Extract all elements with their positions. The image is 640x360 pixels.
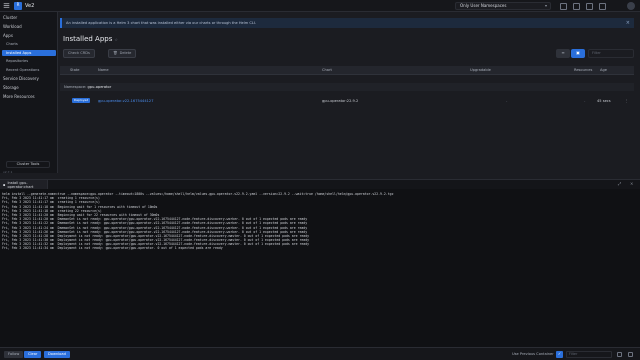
namespace-name: gpu-operator — [87, 85, 112, 89]
top-icon-group — [560, 0, 606, 12]
cluster-tools-label: Cluster Tools — [16, 162, 40, 167]
sidebar-item-repositories[interactable]: Repositories — [6, 59, 28, 63]
page-title-text: Installed Apps — [63, 35, 113, 43]
status-badge: Deployed — [72, 97, 91, 103]
column-age[interactable]: Age — [600, 68, 607, 72]
download-icon[interactable] — [586, 2, 593, 10]
terminal-tab-icon: ▪ — [3, 182, 6, 187]
search-icon[interactable] — [599, 2, 606, 10]
info-banner-text: An installed application is a Helm 3 cha… — [66, 20, 257, 25]
list-view-toggle[interactable]: ≡ — [556, 49, 570, 58]
use-previous-container-label: Use Previous Container — [512, 352, 554, 356]
sidebar-item-storage[interactable]: Storage — [3, 85, 19, 91]
sidebar: Cluster Workload Apps Charts Installed A… — [0, 12, 58, 173]
sidebar-item-cluster[interactable]: Cluster — [3, 15, 17, 21]
namespace-select[interactable]: Only User Namespaces ▾ — [455, 2, 551, 10]
upload-icon[interactable] — [560, 2, 567, 10]
close-terminal-icon[interactable]: × — [630, 181, 633, 187]
top-bar: R Ve2 Only User Namespaces ▾ — [0, 0, 640, 12]
namespace-select-value: Only User Namespaces — [460, 2, 507, 8]
clear-button[interactable]: Clear — [24, 351, 42, 358]
column-state[interactable]: State — [70, 68, 80, 72]
cluster-logo: R — [14, 1, 22, 10]
filter-input[interactable]: Filter — [588, 49, 634, 58]
log-filter-placeholder: Filter — [569, 352, 578, 357]
namespace-prefix: Namespace: — [64, 85, 87, 89]
delete-label: Delete — [119, 51, 132, 56]
app-name-link[interactable]: gpu-operator-v22-1675444127 — [98, 99, 154, 103]
bottom-bar: Follow Clear Download Use Previous Conta… — [0, 347, 640, 360]
row-menu-icon[interactable]: ⋮ — [625, 99, 629, 103]
sidebar-item-service-discovery[interactable]: Service Discovery — [3, 76, 39, 82]
terminal-line: Fri, Feb 3 2023 11:41:34 am Deployment i… — [2, 246, 223, 251]
table-row[interactable]: Deployed gpu-operator-v22-1675444127 gpu… — [60, 96, 634, 105]
cluster-tools-button[interactable]: Cluster Tools — [6, 161, 50, 168]
sidebar-item-charts[interactable]: Charts — [6, 42, 18, 46]
folder-icon: ▣ — [576, 50, 580, 56]
filter-placeholder: Filter — [592, 51, 601, 56]
app-chart: gpu-operator:22.9.2 — [322, 98, 359, 103]
app-upgradable: - — [506, 98, 508, 103]
sidebar-item-installed-apps[interactable]: Installed Apps — [6, 51, 31, 55]
group-view-toggle[interactable]: ▣ — [571, 49, 585, 58]
namespace-group-label: Namespace: gpu-operator — [64, 85, 111, 89]
column-upgradable[interactable]: Upgradable — [470, 68, 491, 72]
version-label: v2.7.1 — [3, 170, 13, 174]
sidebar-item-apps[interactable]: Apps — [3, 33, 13, 39]
list-icon: ≡ — [561, 50, 565, 56]
user-avatar[interactable] — [627, 2, 635, 10]
sidebar-item-more-resources[interactable]: More Resources — [3, 94, 35, 100]
app-resources: - — [584, 98, 586, 103]
expand-icon[interactable]: ⤢ — [618, 181, 621, 187]
terminal-tab-bar: ▪ Install gpu-operator:chart ⤢ × — [0, 179, 640, 190]
column-resources[interactable]: Resources — [574, 68, 592, 72]
follow-button[interactable]: Follow — [4, 351, 24, 358]
star-icon[interactable]: ☆ — [114, 37, 118, 42]
check-crds-label: Check CRDs — [68, 51, 90, 56]
delete-button[interactable]: 🗑 Delete — [108, 49, 137, 58]
download-button[interactable]: Download — [44, 351, 70, 358]
trash-icon: 🗑 — [113, 51, 118, 56]
log-filter-input[interactable]: Filter — [566, 351, 612, 358]
terminal-output[interactable]: helm install --generate-name=true --name… — [0, 189, 640, 347]
column-name[interactable]: Name — [98, 68, 109, 72]
close-icon[interactable]: × — [626, 20, 630, 26]
info-banner: An installed application is a Helm 3 cha… — [60, 18, 634, 28]
hamburger-icon[interactable] — [0, 0, 12, 12]
terminal-icon[interactable] — [573, 2, 580, 10]
sidebar-item-recent-operations[interactable]: Recent Operations — [6, 68, 39, 72]
table-header: State Name Chart Upgradable Resources Ag… — [60, 66, 634, 75]
settings-icon[interactable] — [617, 352, 622, 357]
app-age: 45 secs — [597, 98, 611, 103]
cluster-logo-text: R — [16, 2, 20, 8]
cluster-name: Ve2 — [25, 2, 35, 9]
namespace-group-row: Namespace: gpu-operator — [60, 83, 634, 91]
follow-label: Follow — [8, 352, 20, 357]
download-label: Download — [48, 352, 66, 357]
wrap-icon[interactable] — [628, 352, 633, 357]
chevron-down-icon: ▾ — [544, 3, 547, 8]
check-crds-button[interactable]: Check CRDs — [63, 49, 95, 58]
column-chart[interactable]: Chart — [322, 68, 332, 72]
sidebar-item-workload[interactable]: Workload — [3, 24, 22, 30]
clear-label: Clear — [28, 352, 38, 357]
use-previous-container-toggle[interactable]: ✓ — [556, 351, 563, 358]
page-title: Installed Apps ☆ — [63, 35, 118, 43]
